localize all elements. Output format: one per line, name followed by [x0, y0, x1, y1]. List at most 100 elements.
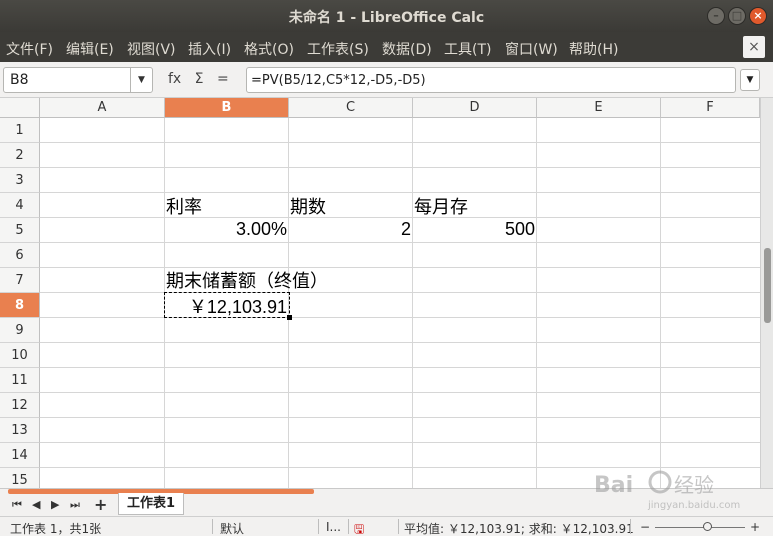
divider [348, 519, 349, 534]
watermark-logo: Bai 经验 jingyan.baidu.com [594, 470, 740, 511]
gridline [660, 118, 661, 488]
menu-window[interactable]: 窗口(W) [505, 39, 558, 59]
gridline [536, 118, 537, 488]
gridline [40, 217, 760, 218]
next-sheet-icon[interactable]: ▶ [51, 498, 59, 511]
column-header-b[interactable]: B [165, 98, 289, 118]
gridline [40, 267, 760, 268]
row-header-4[interactable]: 4 [0, 193, 40, 218]
menu-format[interactable]: 格式(O) [244, 39, 294, 59]
chevron-down-icon[interactable]: ▼ [130, 68, 152, 92]
row-header-8[interactable]: 8 [0, 293, 40, 318]
formula-tools: fx Σ = [168, 71, 238, 87]
menu-edit[interactable]: 编辑(E) [66, 39, 114, 59]
column-header-e[interactable]: E [537, 98, 661, 118]
gridline [40, 417, 760, 418]
row-header-14[interactable]: 14 [0, 443, 40, 468]
document-modified-icon: 🖫 [354, 522, 365, 536]
row-header-6[interactable]: 6 [0, 243, 40, 268]
title-bar: 未命名 1 - LibreOffice Calc – □ × [0, 0, 773, 32]
row-header-15[interactable]: 15 [0, 468, 40, 488]
window-title: 未命名 1 - LibreOffice Calc [288, 10, 485, 26]
row-header-12[interactable]: 12 [0, 393, 40, 418]
gridline [40, 292, 760, 293]
row-header-11[interactable]: 11 [0, 368, 40, 393]
row-header-9[interactable]: 9 [0, 318, 40, 343]
svg-text:经验: 经验 [674, 473, 714, 497]
cell-c4[interactable]: 期数 [290, 193, 326, 219]
menu-help[interactable]: 帮助(H) [569, 39, 618, 59]
insert-mode[interactable]: I... [326, 520, 341, 534]
close-document-icon[interactable]: × [743, 36, 765, 58]
row-header-5[interactable]: 5 [0, 218, 40, 243]
previous-sheet-icon[interactable]: ◀ [32, 498, 40, 511]
cell-c5[interactable]: 2 [290, 219, 411, 240]
gridline [40, 367, 760, 368]
divider [318, 519, 319, 534]
zoom-in-icon[interactable]: + [750, 520, 760, 534]
spreadsheet-grid[interactable]: A B C D E F 1 2 3 4 5 6 7 8 9 10 11 12 1… [0, 98, 760, 488]
gridline [40, 342, 760, 343]
gridline [40, 392, 760, 393]
cell-d5[interactable]: 500 [414, 219, 535, 240]
gridline [40, 142, 760, 143]
gridline [40, 442, 760, 443]
gridline [412, 118, 413, 488]
page-style[interactable]: 默认 [220, 520, 244, 536]
select-all-corner[interactable] [0, 98, 40, 118]
sheet-tab-1[interactable]: 工作表1 [118, 493, 184, 515]
row-header-3[interactable]: 3 [0, 168, 40, 193]
menu-insert[interactable]: 插入(I) [188, 39, 231, 59]
menu-tools[interactable]: 工具(T) [444, 39, 491, 59]
cell-b7[interactable]: 期末储蓄额（终值） [166, 267, 328, 293]
first-sheet-icon[interactable]: ⏮ [12, 498, 22, 512]
status-bar: 工作表 1，共1张 默认 I... 🖫 平均值: ￥12,103.91; 求和:… [0, 516, 773, 536]
gridline [40, 317, 760, 318]
cell-d4[interactable]: 每月存 [414, 193, 468, 219]
sum-icon[interactable]: Σ [195, 71, 204, 87]
menu-data[interactable]: 数据(D) [382, 39, 432, 59]
add-sheet-icon[interactable]: + [94, 495, 107, 514]
column-header-c[interactable]: C [289, 98, 413, 118]
divider [630, 519, 631, 534]
row-header-13[interactable]: 13 [0, 418, 40, 443]
name-box[interactable]: B8 ▼ [3, 67, 153, 93]
maximize-icon[interactable]: □ [728, 7, 746, 25]
zoom-slider[interactable] [655, 527, 745, 528]
selection-summary: 平均值: ￥12,103.91; 求和: ￥12,103.91 [404, 522, 634, 536]
row-header-7[interactable]: 7 [0, 268, 40, 293]
fill-handle[interactable] [287, 315, 292, 320]
menu-sheet[interactable]: 工作表(S) [307, 39, 369, 59]
name-box-value: B8 [10, 72, 29, 88]
formula-input[interactable]: =PV(B5/12,C5*12,-D5,-D5) [246, 67, 736, 93]
row-header-2[interactable]: 2 [0, 143, 40, 168]
zoom-out-icon[interactable]: − [640, 520, 650, 534]
menu-bar: 文件(F) 编辑(E) 视图(V) 插入(I) 格式(O) 工作表(S) 数据(… [0, 32, 773, 62]
divider [212, 519, 213, 534]
equals-icon[interactable]: = [217, 71, 229, 87]
cell-b4[interactable]: 利率 [166, 193, 202, 219]
gridline [40, 242, 760, 243]
menu-file[interactable]: 文件(F) [6, 39, 53, 59]
column-header-d[interactable]: D [413, 98, 537, 118]
last-sheet-icon[interactable]: ⏭ [70, 498, 80, 512]
gridline [40, 167, 760, 168]
column-header-f[interactable]: F [661, 98, 760, 118]
function-wizard-icon[interactable]: fx [168, 71, 181, 87]
column-header-a[interactable]: A [40, 98, 165, 118]
close-icon[interactable]: × [749, 7, 767, 25]
svg-text:Bai: Bai [594, 473, 633, 498]
minimize-icon[interactable]: – [707, 7, 725, 25]
menu-view[interactable]: 视图(V) [127, 39, 176, 59]
cell-b5[interactable]: 3.00% [166, 219, 287, 240]
sheet-info: 工作表 1，共1张 [10, 522, 102, 536]
row-header-10[interactable]: 10 [0, 343, 40, 368]
vertical-scrollbar-thumb[interactable] [764, 248, 771, 323]
selected-cell-cursor[interactable] [164, 292, 292, 320]
gridline [40, 192, 760, 193]
vertical-scrollbar[interactable] [760, 98, 773, 488]
row-header-1[interactable]: 1 [0, 118, 40, 143]
expand-formula-icon[interactable]: ▼ [740, 69, 760, 91]
zoom-slider-knob[interactable] [703, 522, 712, 531]
formula-bar: B8 ▼ fx Σ = =PV(B5/12,C5*12,-D5,-D5) ▼ [0, 62, 773, 98]
